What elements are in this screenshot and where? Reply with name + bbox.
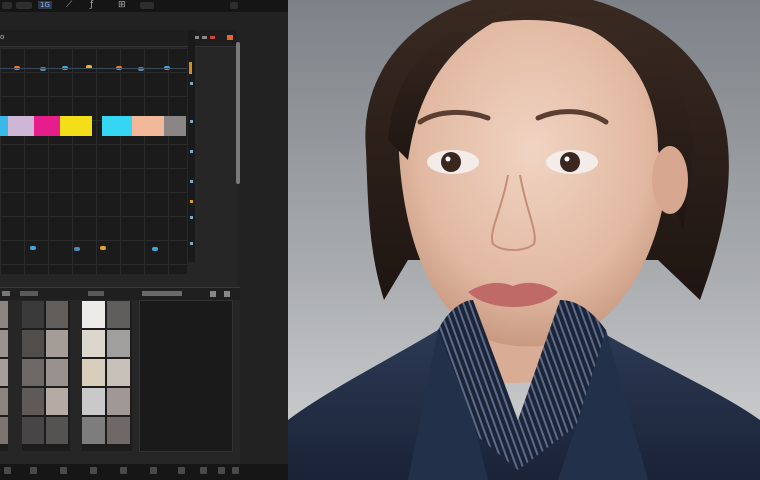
left-eye-highlight bbox=[445, 156, 451, 162]
palette-swatch[interactable] bbox=[46, 388, 68, 415]
ruler-marker bbox=[190, 180, 193, 183]
panel-close-icon[interactable] bbox=[227, 35, 233, 40]
color-swatch[interactable] bbox=[60, 116, 92, 136]
palette-swatch[interactable] bbox=[22, 330, 44, 357]
toolbar-field-3[interactable] bbox=[140, 2, 154, 9]
bottom-toolbar bbox=[0, 464, 288, 480]
palette-swatch[interactable] bbox=[46, 330, 68, 357]
palette-swatch[interactable] bbox=[0, 388, 8, 415]
palette-swatch[interactable] bbox=[46, 417, 68, 444]
panel-options-icon[interactable] bbox=[202, 36, 207, 39]
ruler-handle[interactable] bbox=[189, 62, 192, 74]
pen-icon[interactable]: ƒ bbox=[90, 0, 93, 11]
ruler-marker bbox=[190, 150, 193, 153]
palette-swatch[interactable] bbox=[82, 330, 105, 357]
ruler-marker bbox=[190, 216, 193, 219]
palette-swatch[interactable] bbox=[82, 301, 105, 328]
color-swatch[interactable] bbox=[132, 116, 164, 136]
color-swatch[interactable] bbox=[102, 116, 132, 136]
ear bbox=[652, 146, 688, 214]
palette-swatch[interactable] bbox=[82, 359, 105, 386]
keyframe-marker[interactable] bbox=[74, 247, 80, 251]
color-swatch[interactable] bbox=[0, 116, 8, 136]
curve-editor-panel: o bbox=[0, 30, 237, 286]
palette-tab-3[interactable] bbox=[142, 291, 182, 296]
right-eye-highlight bbox=[564, 156, 570, 162]
palette-swatch[interactable] bbox=[46, 359, 68, 386]
color-swatch[interactable] bbox=[34, 116, 60, 136]
palette-tab-1[interactable] bbox=[20, 291, 38, 296]
palette-swatch[interactable] bbox=[107, 359, 130, 386]
palette-column bbox=[82, 301, 132, 451]
keyframe-marker[interactable] bbox=[100, 246, 106, 250]
tool-icon[interactable] bbox=[218, 467, 225, 474]
palette-column bbox=[0, 301, 8, 451]
zoom-badge[interactable]: 1G bbox=[38, 1, 52, 9]
brush-icon[interactable]: ⟋ bbox=[66, 0, 72, 11]
palette-swatch[interactable] bbox=[82, 417, 105, 444]
tool-icon[interactable] bbox=[200, 467, 207, 474]
tool-icon[interactable] bbox=[120, 467, 127, 474]
portrait-illustration bbox=[288, 0, 760, 480]
palette-tab-2[interactable] bbox=[88, 291, 104, 296]
ruler-marker bbox=[190, 120, 193, 123]
palette-swatch[interactable] bbox=[46, 301, 68, 328]
palette-header bbox=[0, 288, 240, 300]
keyframe-marker[interactable] bbox=[30, 246, 36, 250]
tool-icon[interactable] bbox=[90, 467, 97, 474]
panel-title: o bbox=[0, 33, 5, 41]
tool-icon[interactable] bbox=[30, 467, 37, 474]
right-iris bbox=[560, 152, 580, 172]
palette-swatch[interactable] bbox=[107, 388, 130, 415]
panel-flag-icon[interactable] bbox=[210, 36, 215, 39]
palette-swatch[interactable] bbox=[107, 417, 130, 444]
timeline-canvas[interactable] bbox=[0, 48, 187, 274]
left-iris bbox=[441, 152, 461, 172]
palette-swatch[interactable] bbox=[22, 301, 44, 328]
editor-application: 1G ⟋ ƒ ⊞ o bbox=[0, 0, 288, 480]
palette-swatch[interactable] bbox=[0, 330, 8, 357]
vertical-scrollbar[interactable] bbox=[236, 42, 240, 184]
tool-icon[interactable] bbox=[178, 467, 185, 474]
panel-header: o bbox=[0, 30, 237, 47]
palette-swatch[interactable] bbox=[107, 330, 130, 357]
tool-icon[interactable] bbox=[232, 467, 239, 474]
keyframe-marker[interactable] bbox=[152, 247, 158, 251]
palette-swatch[interactable] bbox=[82, 388, 105, 415]
palette-settings-icon[interactable] bbox=[210, 291, 216, 297]
toolbar-field-1[interactable] bbox=[2, 2, 12, 9]
tool-icon[interactable] bbox=[4, 467, 11, 474]
color-swatch[interactable] bbox=[8, 116, 34, 136]
ruler-marker bbox=[190, 242, 193, 245]
palette-swatch[interactable] bbox=[22, 417, 44, 444]
guide-line bbox=[0, 68, 187, 69]
ruler-marker bbox=[190, 82, 193, 85]
tool-icon[interactable] bbox=[150, 467, 157, 474]
palette-swatch[interactable] bbox=[0, 301, 8, 328]
portrait-photo bbox=[288, 0, 760, 480]
grid-icon[interactable]: ⊞ bbox=[118, 0, 126, 11]
ruler-marker bbox=[190, 200, 193, 203]
palette-swatch[interactable] bbox=[22, 359, 44, 386]
palette-swatch[interactable] bbox=[22, 388, 44, 415]
palette-column bbox=[22, 301, 70, 451]
palette-swatch[interactable] bbox=[107, 301, 130, 328]
palette-menu-icon[interactable] bbox=[2, 291, 10, 296]
palette-swatch[interactable] bbox=[0, 359, 8, 386]
color-preview-area[interactable] bbox=[139, 300, 233, 452]
toolbar-field-2[interactable] bbox=[16, 2, 32, 9]
toolbar-field-4[interactable] bbox=[230, 2, 238, 9]
color-swatch[interactable] bbox=[164, 116, 186, 136]
palette-panel bbox=[0, 287, 240, 464]
palette-close-icon[interactable] bbox=[224, 291, 230, 297]
top-toolbar: 1G ⟋ ƒ ⊞ bbox=[0, 0, 288, 12]
palette-swatch[interactable] bbox=[0, 417, 8, 444]
tool-icon[interactable] bbox=[60, 467, 67, 474]
